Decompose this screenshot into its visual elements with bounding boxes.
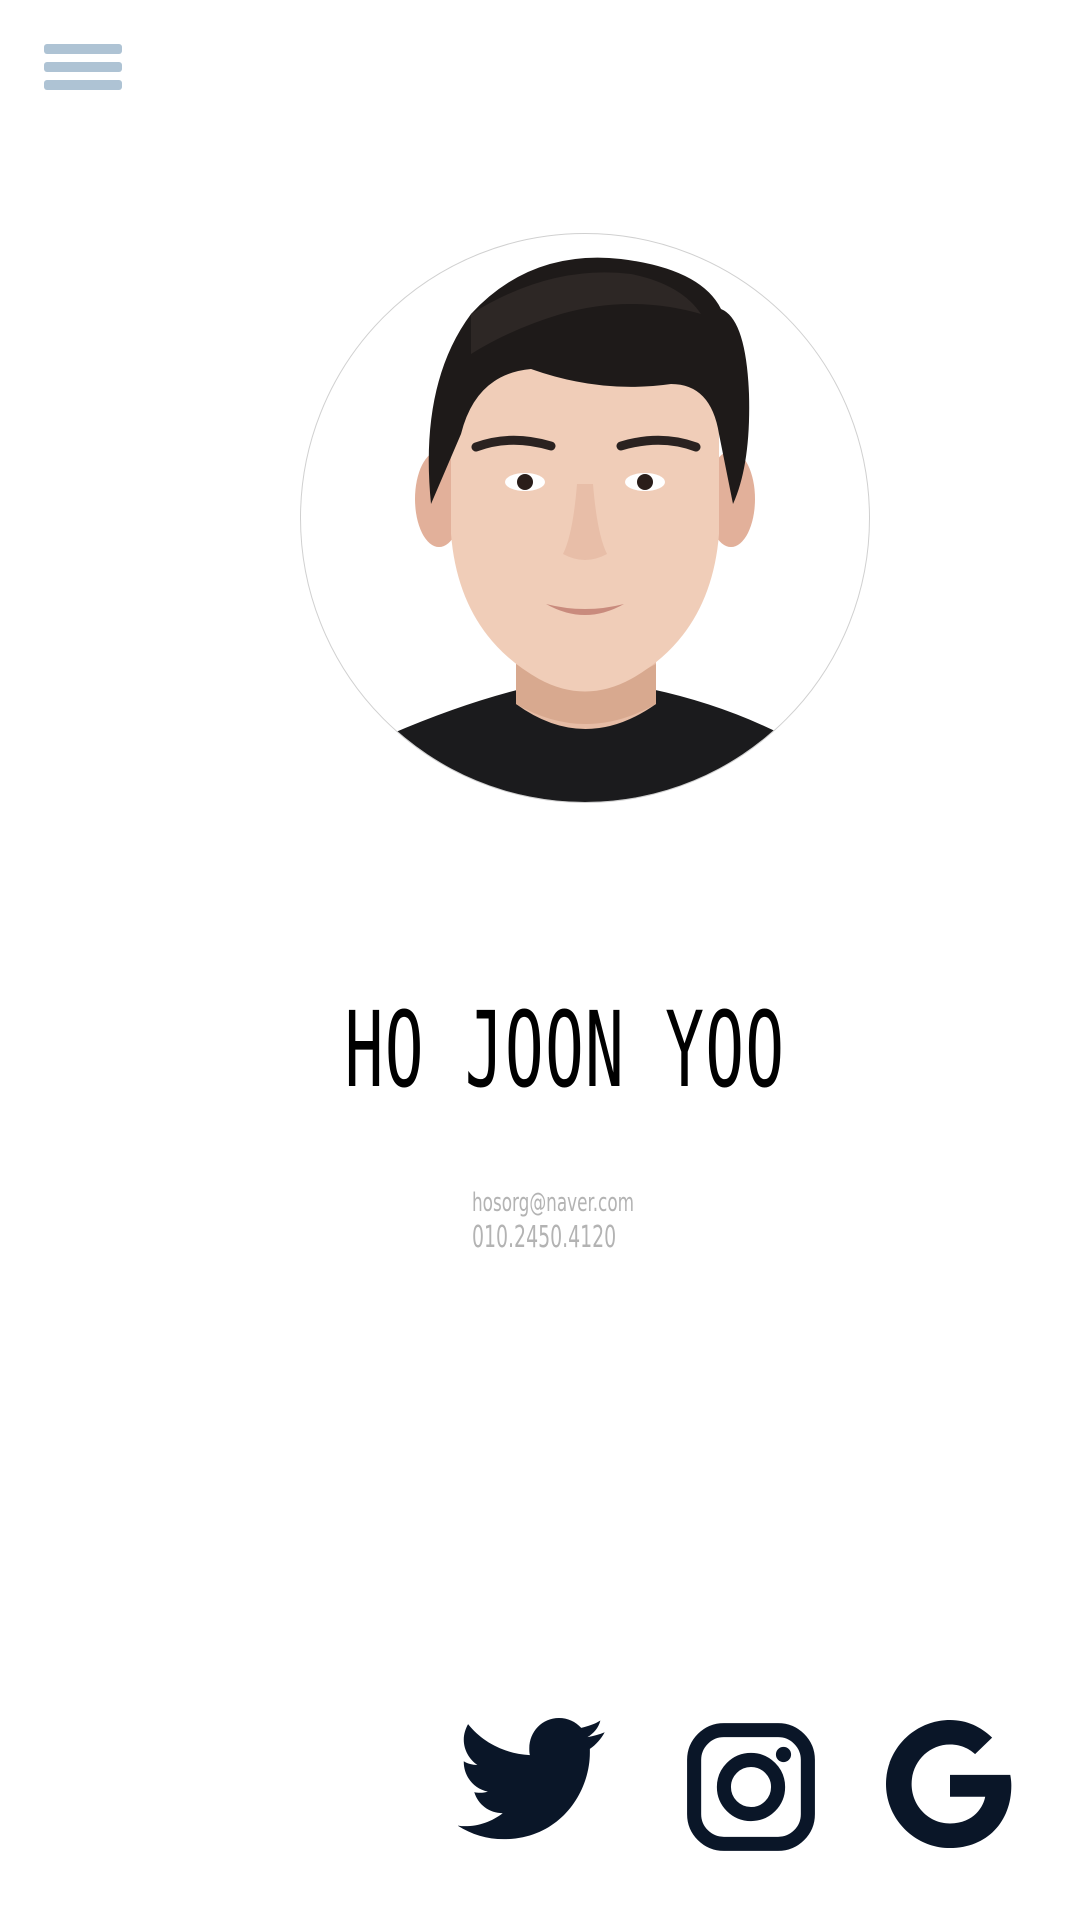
profile-email[interactable]: hosorg@naver.com [472,1188,634,1218]
menu-bar [44,62,122,72]
profile-photo [300,233,870,803]
portrait-illustration [311,257,861,802]
hamburger-menu-icon[interactable] [44,44,122,90]
instagram-icon[interactable] [686,1722,816,1858]
twitter-icon[interactable] [458,1718,608,1854]
menu-bar [44,44,122,54]
profile-name: HO JOON YOO [344,989,786,1111]
profile-phone[interactable]: 010.2450.4120 [472,1220,616,1255]
google-icon[interactable] [886,1720,1014,1856]
menu-bar [44,80,122,90]
